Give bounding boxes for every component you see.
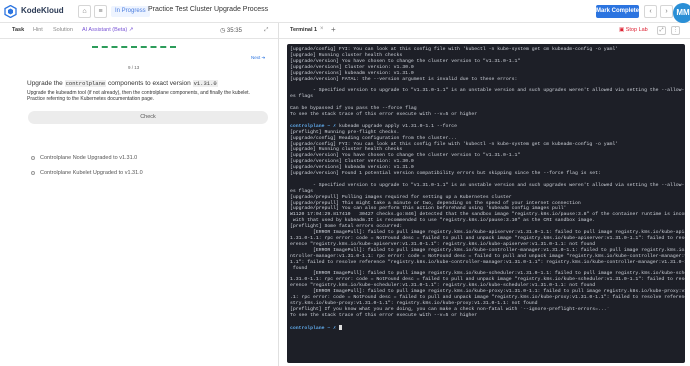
terminal-prompt: controlplane ~ ✗	[290, 325, 337, 331]
fullscreen-icon[interactable]: ⤢	[657, 26, 666, 35]
radio-icon	[31, 155, 35, 160]
question-text-post: components to exact version	[108, 80, 191, 87]
terminal-log-1: [upgrade/config] FYI: You can look at th…	[290, 47, 685, 117]
task-tabs: Task Hint Solution AI Assistant (Beta) ↗…	[0, 23, 278, 39]
brand-name: KodeKloud	[21, 6, 64, 15]
terminal-tabs: Terminal 1 × + ▣ Stop Lab ⤢ ⋮	[279, 23, 690, 39]
tab-solution[interactable]: Solution	[53, 27, 73, 33]
home-icon[interactable]: ⌂	[78, 5, 91, 18]
panel-divider[interactable]	[278, 23, 279, 366]
terminal-log-2: [preflight] Running pre-flight checks. […	[290, 129, 685, 318]
tab-terminal-1[interactable]: Terminal 1	[290, 27, 317, 33]
status-badge: In Progress	[111, 6, 150, 17]
mark-complete-button[interactable]: Mark Complete	[596, 5, 639, 18]
question-heading: Upgrade the controlplane components to e…	[27, 80, 218, 87]
terminal-command: kubeadm upgrade apply v1.31.0-1.1 --forc…	[338, 123, 457, 129]
tab-hint[interactable]: Hint	[33, 27, 43, 33]
terminal-output[interactable]: [upgrade/config] FYI: You can look at th…	[287, 44, 685, 363]
close-icon[interactable]: ×	[320, 26, 324, 32]
chevron-left-icon[interactable]: ‹	[644, 5, 657, 18]
expand-icon[interactable]: ⤢	[264, 27, 268, 34]
add-terminal-icon[interactable]: +	[331, 25, 336, 34]
page-title: Practice Test Cluster Upgrade Process	[148, 6, 269, 13]
question-text-pre: Upgrade the	[27, 80, 63, 87]
question-detail: Upgrade the kubeadm tool (if not already…	[27, 90, 250, 102]
kodekloud-logo-icon	[4, 5, 17, 18]
progress-bar	[92, 46, 176, 48]
avatar[interactable]: MM	[673, 3, 690, 23]
terminal-cursor	[338, 324, 342, 330]
timer: ◷ 35:35	[220, 28, 242, 34]
terminal-prompt: controlplane ~ ✗	[290, 123, 337, 129]
code-version: v1.31.0	[192, 80, 218, 87]
stop-lab-button[interactable]: ▣ Stop Lab	[619, 27, 648, 33]
top-bar: KodeKloud ⌂ ≡ In Progress Practice Test …	[0, 0, 690, 23]
checklist-item: Controlplane Kubelet Upgraded to v1.31.0	[31, 170, 143, 176]
question-progress: 9 / 13	[128, 65, 140, 70]
tab-task[interactable]: Task	[12, 27, 24, 33]
question-panel: Next ➔ 9 / 13 Upgrade the controlplane c…	[0, 39, 278, 366]
menu-icon[interactable]: ≡	[94, 5, 107, 18]
checklist-item: Controlplane Node Upgraded to v1.31.0	[31, 155, 137, 161]
more-icon[interactable]: ⋮	[671, 26, 680, 35]
tab-ai-assistant[interactable]: AI Assistant (Beta) ↗	[82, 27, 133, 33]
chevron-right-icon[interactable]: ›	[660, 5, 673, 18]
check-button[interactable]: Check	[28, 111, 268, 124]
next-button[interactable]: Next ➔	[251, 55, 265, 61]
code-controlplane: controlplane	[64, 80, 107, 87]
radio-icon	[31, 170, 35, 175]
